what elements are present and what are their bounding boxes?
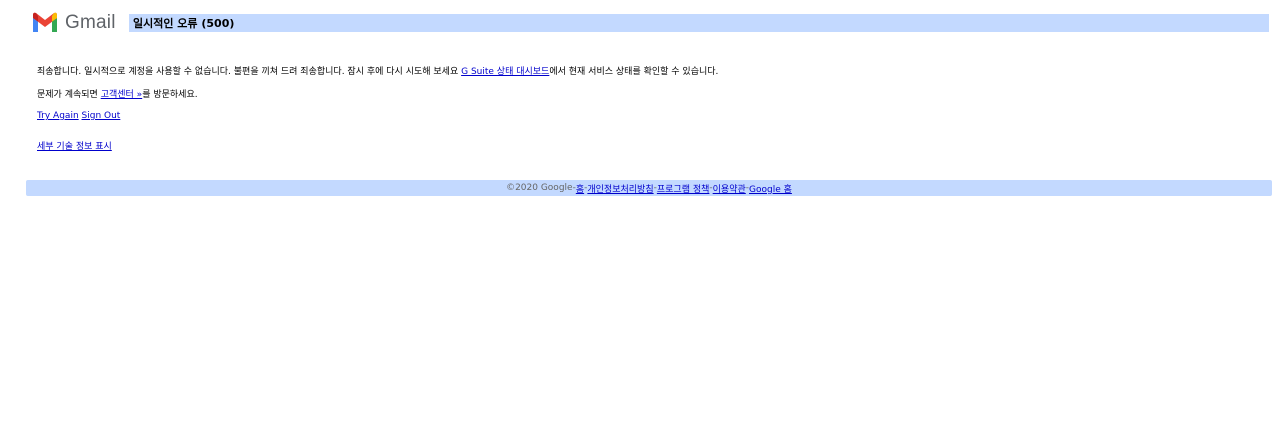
footer-home-link[interactable]: 홈 (576, 182, 584, 195)
help-center-link[interactable]: 고객센터 » (101, 90, 143, 100)
error-message-text: 죄송합니다. 일시적으로 계정을 사용할 수 없습니다. 불편을 끼쳐 드려 죄… (37, 67, 462, 77)
error-message-line-2: 문제가 계속되면 고객센터 »를 방문하세요. (37, 89, 198, 102)
help-message-text: 문제가 계속되면 (37, 90, 101, 100)
action-links: Try Again Sign Out (37, 110, 120, 123)
title-bar: 일시적인 오류 (500) (129, 14, 1269, 32)
footer-terms-link[interactable]: 이용약관 (713, 182, 746, 195)
gmail-logo[interactable]: Gmail (31, 11, 116, 35)
gsuite-status-dashboard-link[interactable]: G Suite 상태 대시보드 (461, 67, 549, 77)
error-message-text-suffix: 에서 현재 서비스 상태를 확인할 수 있습니다. (549, 67, 719, 77)
sign-out-link[interactable]: Sign Out (82, 111, 121, 121)
error-page: Gmail 일시적인 오류 (500) 죄송합니다. 일시적으로 계정을 사용할… (0, 0, 1280, 448)
page-title: 일시적인 오류 (500) (133, 17, 235, 30)
gmail-logo-text: Gmail (65, 12, 116, 33)
footer-google-home-link[interactable]: Google 홈 (749, 182, 792, 195)
technical-details: 세부 기술 정보 표시 (37, 141, 112, 154)
try-again-link[interactable]: Try Again (37, 111, 79, 121)
help-message-suffix: 를 방문하세요. (142, 90, 198, 100)
gmail-m-icon (31, 12, 59, 34)
footer-privacy-link[interactable]: 개인정보처리방침 (587, 182, 653, 195)
error-message-line-1: 죄송합니다. 일시적으로 계정을 사용할 수 없습니다. 불편을 끼쳐 드려 죄… (37, 66, 718, 79)
footer-program-policy-link[interactable]: 프로그램 정책 (657, 182, 710, 195)
footer: ©2020 Google - 홈 - 개인정보처리방침 - 프로그램 정책 - … (26, 180, 1272, 196)
show-technical-details-link[interactable]: 세부 기술 정보 표시 (37, 142, 112, 152)
header: Gmail 일시적인 오류 (500) (31, 11, 1271, 35)
copyright-text: ©2020 Google (506, 183, 573, 193)
